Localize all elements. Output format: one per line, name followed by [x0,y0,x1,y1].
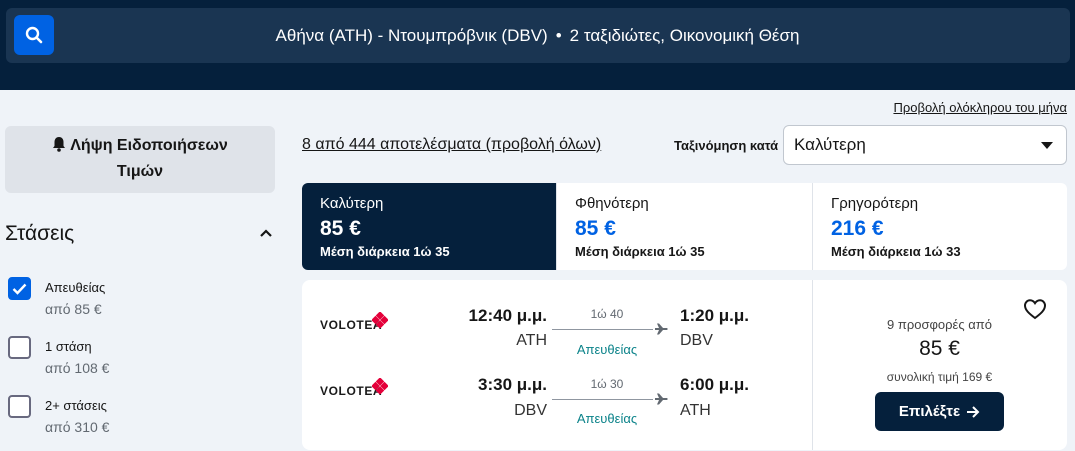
price-alert-line1: Λήψη Ειδοποιήσεων [70,137,228,154]
stops-filter-title: Στάσεις [5,222,75,245]
leg-duration: 1ώ 40 [590,307,624,321]
arrival-airport: ATH [680,402,711,419]
plane-icon [655,393,668,405]
tab-name: Καλύτερη [320,195,384,212]
departure-airport: ATH [516,332,547,349]
tab-fastest[interactable]: Γρηγορότερη 216 € Μέση διάρκεια 1ώ 33 [813,183,1067,270]
select-button-label: Επιλέξτε [898,403,961,420]
tab-duration: Μέση διάρκεια 1ώ 35 [320,244,450,259]
price-alert-line2: Τιμών [116,163,164,180]
leg-stops: Απευθείας [576,342,638,357]
sort-tabs: Καλύτερη 85 € Μέση διάρκεια 1ώ 35 Φθηνότ… [302,183,1067,270]
arrival-time: 6:00 μ.μ. [680,375,749,394]
caret-down-icon [1041,142,1053,149]
airline-logo: VOLOTEA [320,378,388,400]
tab-duration: Μέση διάρκεια 1ώ 33 [831,244,961,259]
flight-line [552,329,653,330]
airline-logo: VOLOTEA [320,312,388,334]
separator-dot: • [555,26,562,45]
price-alert-button[interactable]: Λήψη Ειδοποιήσεων Τιμών [5,126,275,193]
sort-label: Ταξινόμηση κατά [674,138,779,153]
sort-selected-value: Καλύτερη [794,135,866,154]
tab-name: Φθηνότερη [575,195,649,212]
price-per-person: 85 € [919,337,960,360]
stop-option-price: από 85 € [45,301,102,317]
checkbox[interactable] [8,395,31,418]
stop-option-label: 1 στάση [45,339,92,354]
departure-time: 3:30 μ.μ. [478,375,547,394]
flight-line [552,399,653,400]
tab-name: Γρηγορότερη [831,195,919,212]
arrival-airport: DBV [680,332,713,349]
stop-option-label: 2+ στάσεις [45,398,107,413]
stop-option-price: από 108 € [45,360,110,376]
total-price: συνολική τιμή 169 € [886,370,993,384]
tab-price: 85 € [320,217,361,240]
view-whole-month-link[interactable]: Προβολή ολόκληρου του μήνα [893,100,1067,115]
checkbox[interactable] [8,336,31,359]
leg-stops: Απευθείας [576,411,638,426]
top-bar: Αθήνα (ATH) - Ντουμπρόβνικ (DBV) • 2 ταξιδ… [0,0,1075,90]
select-button[interactable]: Επιλέξτε [875,392,1004,431]
arrival-time: 1:20 μ.μ. [680,306,749,325]
results-count-link[interactable]: 8 από 444 αποτελέσματα (προβολή όλων) [302,136,601,154]
departure-airport: DBV [514,402,547,419]
chevron-up-icon[interactable] [259,226,273,240]
route-text: Αθήνα (ATH) - Ντουμπρόβνικ (DBV) [275,26,548,45]
deals-count: 9 προσφορές από [887,317,992,332]
card-divider [812,280,813,450]
arrow-right-icon [967,405,980,418]
checkbox-checked[interactable] [8,277,31,300]
volotea-diamond-icon [372,378,388,394]
checkmark-icon [12,283,27,295]
departure-time: 12:40 μ.μ. [468,306,547,325]
itinerary-card[interactable]: VOLOTEA 12:40 μ.μ. ATH 1ώ 40 Απευθείας 1… [302,280,1067,450]
plane-icon [655,323,668,335]
tab-price: 216 € [831,217,884,240]
travellers-text: 2 ταξιδιώτες, Οικονομική Θέση [569,26,800,45]
bell-icon [53,137,66,152]
tab-price: 85 € [575,217,616,240]
tab-best[interactable]: Καλύτερη 85 € Μέση διάρκεια 1ώ 35 [302,183,557,270]
tab-duration: Μέση διάρκεια 1ώ 35 [575,244,705,259]
stop-option-label: Απευθείας [45,280,106,295]
sort-dropdown[interactable]: Καλύτερη [783,125,1067,165]
leg-duration: 1ώ 30 [590,377,624,391]
stop-option-price: από 310 € [45,419,110,435]
search-summary[interactable]: Αθήνα (ATH) - Ντουμπρόβνικ (DBV) • 2 ταξιδ… [0,26,1075,46]
tab-cheapest[interactable]: Φθηνότερη 85 € Μέση διάρκεια 1ώ 35 [557,183,813,270]
volotea-diamond-icon [372,312,388,328]
